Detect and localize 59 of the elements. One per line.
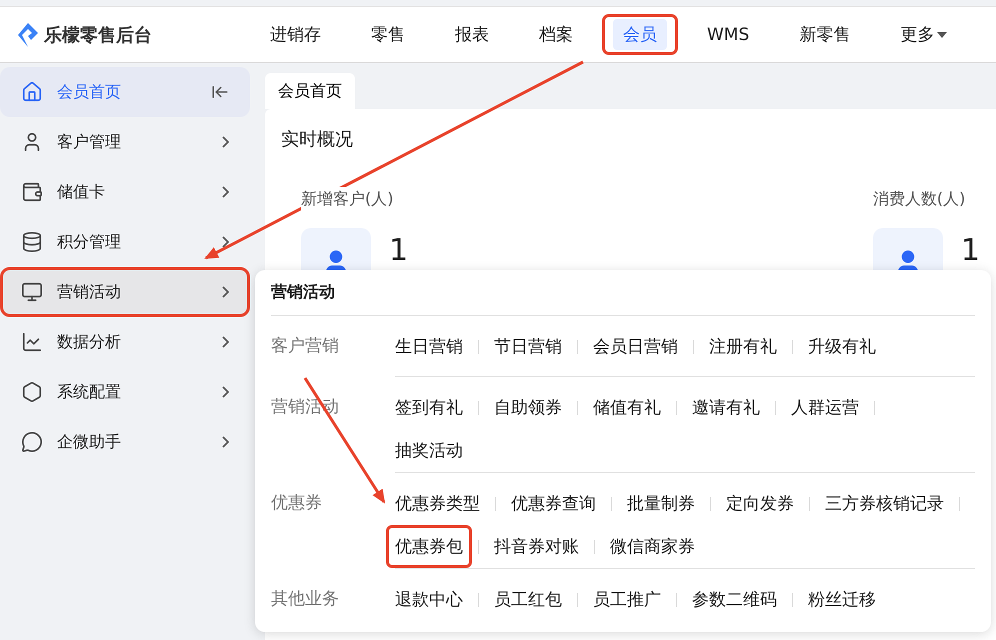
chevron-right-icon (222, 336, 229, 348)
menu-link[interactable]: 会员日营销 (584, 325, 687, 368)
menu-link[interactable]: 优惠券查询 (502, 482, 605, 525)
sidebar-item[interactable]: 储值卡 (0, 167, 250, 217)
menu-item-icon (21, 181, 43, 203)
menu-item-icon (21, 431, 43, 453)
menu-item-icon (21, 281, 43, 303)
menu-link[interactable]: 生日营销 (386, 325, 472, 368)
menu-item-icon (21, 381, 43, 403)
menu-link[interactable]: 优惠券类型 (386, 482, 489, 525)
chevron-right-icon (222, 136, 229, 148)
menu-link[interactable]: 注册有礼 (700, 325, 786, 368)
menu-item-icon (21, 331, 43, 353)
sidebar-item[interactable]: 数据分析 (0, 317, 250, 367)
stat-value: 1 (389, 236, 408, 266)
menu-item-icon (21, 81, 43, 103)
menu-link[interactable]: 抖音券对账 (485, 525, 588, 568)
group-label: 其他业务 (271, 588, 340, 611)
chevron-right-icon (222, 286, 229, 298)
chevron-right-icon (222, 186, 229, 198)
menu-link[interactable]: 参数二维码 (683, 578, 786, 621)
menu-link[interactable]: 邀请有礼 (683, 386, 769, 429)
sidebar-item[interactable]: 会员首页 (0, 67, 250, 117)
chevron-right-icon (222, 386, 229, 398)
menu-link[interactable]: 粉丝迁移 (799, 578, 885, 621)
menu-link[interactable]: 人群运营 (782, 386, 868, 429)
menu-link[interactable]: 签到有礼 (386, 386, 472, 429)
sidebar-item[interactable]: 企微助手 (0, 417, 250, 467)
page-tab[interactable]: 会员首页 (265, 73, 355, 109)
menu-link[interactable]: 抽奖活动 (386, 429, 472, 472)
menu-link[interactable]: 退款中心 (386, 578, 472, 621)
menu-link[interactable]: 三方券核销记录 (816, 482, 953, 525)
group-label: 客户营销 (271, 335, 340, 358)
sidebar-item[interactable]: 营销活动 (0, 267, 250, 317)
menu-link[interactable]: 储值有礼 (584, 386, 670, 429)
sidebar-item[interactable]: 系统配置 (0, 367, 250, 417)
menu-link[interactable]: 升级有礼 (799, 325, 885, 368)
menu-link[interactable]: 定向发券 (717, 482, 803, 525)
menu-link[interactable]: 批量制券 (618, 482, 704, 525)
collapse-icon[interactable] (211, 83, 229, 101)
card-title: 实时概况 (281, 128, 354, 151)
chevron-right-icon (222, 436, 229, 448)
app-title: 乐檬零售后台 (44, 24, 153, 46)
menu-link[interactable]: 员工推广 (584, 578, 670, 621)
stat-label: 新增客户(人) (301, 187, 394, 212)
flyout-title: 营销活动 (271, 270, 975, 316)
menu-link[interactable]: 微信商家券 (601, 525, 704, 568)
nav-tab[interactable]: 会员 (602, 14, 678, 55)
menu-link[interactable]: 自助领券 (485, 386, 571, 429)
sidebar-item[interactable]: 积分管理 (0, 217, 250, 267)
menu-link[interactable]: 员工红包 (485, 578, 571, 621)
chevron-right-icon (222, 236, 229, 248)
logo-icon (18, 22, 38, 46)
menu-item-icon (21, 231, 43, 253)
menu-link[interactable]: 节日营销 (485, 325, 571, 368)
menu-link[interactable]: 优惠券包 (386, 525, 472, 568)
stat-value: 1 (960, 236, 980, 266)
sidebar-item[interactable]: 客户管理 (0, 117, 250, 167)
group-label: 优惠券 (271, 492, 323, 515)
